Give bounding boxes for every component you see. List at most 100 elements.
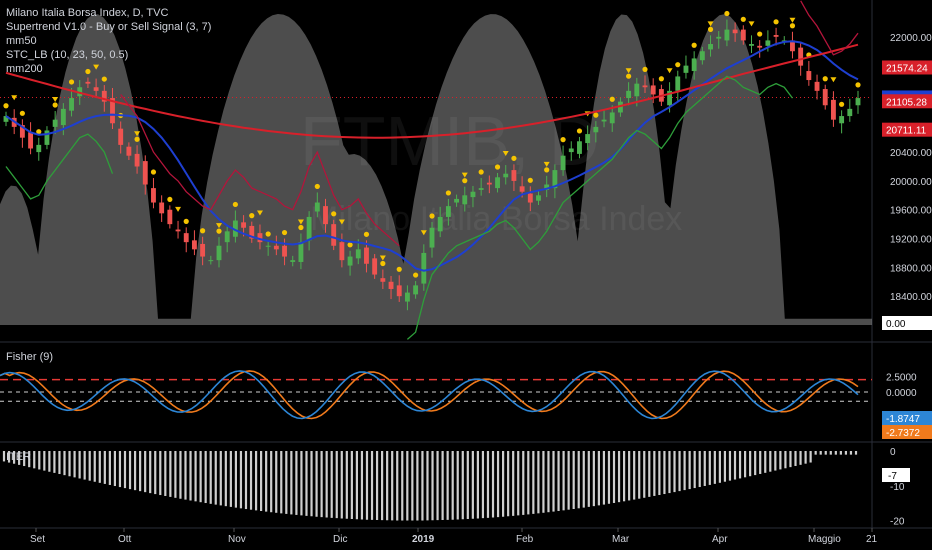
time-tick-label: Feb: [516, 534, 534, 545]
price-tick-label: 19600.00: [890, 206, 932, 217]
candle-body: [691, 58, 697, 72]
signal-triangle: [175, 206, 182, 212]
candle-body: [167, 209, 173, 225]
signal-dot: [675, 62, 681, 68]
time-tick-label: Set: [30, 534, 45, 545]
candle-body: [527, 193, 533, 203]
legend-symbol[interactable]: Milano Italia Borsa Index, D, TVC: [6, 6, 211, 20]
price-tick-label: 20000.00: [890, 177, 932, 188]
signal-triangle: [789, 17, 796, 23]
signal-dot: [216, 228, 222, 234]
signal-dot: [150, 169, 157, 175]
candle-body: [806, 71, 812, 81]
candle-body: [642, 85, 648, 88]
signal-dot: [101, 76, 107, 82]
price-label-text: 21105.28: [886, 97, 927, 108]
candle-body: [347, 256, 353, 266]
signal-triangle: [748, 21, 755, 27]
candle-body: [765, 40, 771, 46]
candle-body: [372, 258, 378, 275]
candle-body: [708, 44, 713, 50]
signal-dot: [560, 137, 566, 143]
third-tick-label: 0: [890, 447, 896, 458]
candle-body: [830, 99, 836, 120]
signal-dot: [314, 183, 320, 190]
candle-body: [577, 141, 582, 154]
legend-third: ITER: [6, 450, 31, 464]
candle-body: [699, 51, 705, 61]
signal-dot: [363, 231, 370, 237]
candle-body: [536, 195, 541, 201]
signal-dot: [822, 76, 828, 82]
candle-body: [421, 252, 427, 284]
candle-body: [191, 240, 197, 250]
time-tick-label: Maggio: [808, 534, 841, 545]
legend-fisher-title[interactable]: Fisher (9): [6, 350, 53, 364]
candle-body: [134, 153, 140, 167]
candle-body: [216, 245, 222, 261]
candle-body: [511, 170, 517, 181]
signal-dot: [462, 178, 468, 184]
candle-body: [36, 144, 42, 153]
price-tick-label: 22000.00: [890, 33, 932, 44]
signal-dot: [68, 79, 75, 85]
signal-dot: [134, 136, 140, 142]
candle-body: [142, 161, 148, 185]
signal-dot: [265, 231, 271, 237]
candle-body: [413, 285, 419, 295]
fisher-tick-label: 2.5000: [886, 373, 917, 384]
candle-body: [486, 182, 492, 185]
signal-dot: [707, 26, 714, 32]
candle-body: [52, 119, 58, 127]
time-tick-label: 2019: [412, 534, 435, 545]
signal-dot: [789, 23, 796, 29]
signal-dot: [626, 73, 632, 79]
candle-body: [265, 245, 271, 247]
legend-stc[interactable]: STC_LB (10, 23, 50, 0.5): [6, 48, 211, 62]
chart-window: FTMIB, D Milano Italia Borsa Index 22000.0…: [0, 0, 932, 550]
signal-dot: [429, 213, 435, 219]
signal-dot: [445, 190, 451, 196]
candle-body: [388, 281, 394, 289]
signal-triangle: [666, 68, 673, 74]
price-label-text: 21574.24: [886, 63, 928, 74]
candle-body: [798, 47, 804, 66]
time-tick-label: Apr: [712, 534, 728, 545]
legend-third-title[interactable]: ITER: [6, 450, 31, 464]
signal-dot: [298, 224, 304, 231]
candle-body: [503, 173, 509, 178]
candle-body: [273, 245, 279, 250]
legend-mm50[interactable]: mm50: [6, 34, 211, 48]
candle-body: [445, 206, 451, 217]
price-label-text: 0.00: [886, 319, 906, 330]
signal-dot: [494, 164, 501, 170]
signal-dot: [593, 112, 599, 118]
candle-body: [675, 76, 681, 91]
time-tick-label: Mar: [612, 534, 630, 545]
signal-dot: [347, 242, 353, 248]
candle-body: [290, 260, 296, 262]
candle-body: [159, 202, 165, 214]
legend-mm200[interactable]: mm200: [6, 62, 211, 76]
legend-price: Milano Italia Borsa Index, D, TVC Supert…: [6, 6, 211, 76]
signal-dot: [576, 128, 583, 134]
candle-body: [495, 177, 500, 189]
third-tick-label: -10: [890, 482, 905, 493]
candle-body: [44, 130, 50, 145]
chart-canvas[interactable]: FTMIB, DMilano Italia Borsa Index22000.0…: [0, 0, 932, 550]
candle-body: [593, 126, 599, 133]
signal-dot: [413, 272, 419, 278]
candle-body: [716, 36, 722, 39]
candle-body: [839, 116, 845, 124]
candle-body: [380, 278, 386, 282]
candle-body: [28, 132, 34, 149]
candle-body: [306, 216, 312, 241]
candle-body: [773, 35, 779, 37]
third-tick-label: -20: [890, 517, 905, 528]
candle-body: [855, 98, 861, 106]
candle-body: [151, 188, 156, 203]
candle-body: [224, 231, 230, 243]
candle-body: [282, 245, 287, 257]
legend-supertrend[interactable]: Supertrend V1.0 - Buy or Sell Signal (3,…: [6, 20, 211, 34]
signal-dot: [331, 211, 337, 217]
